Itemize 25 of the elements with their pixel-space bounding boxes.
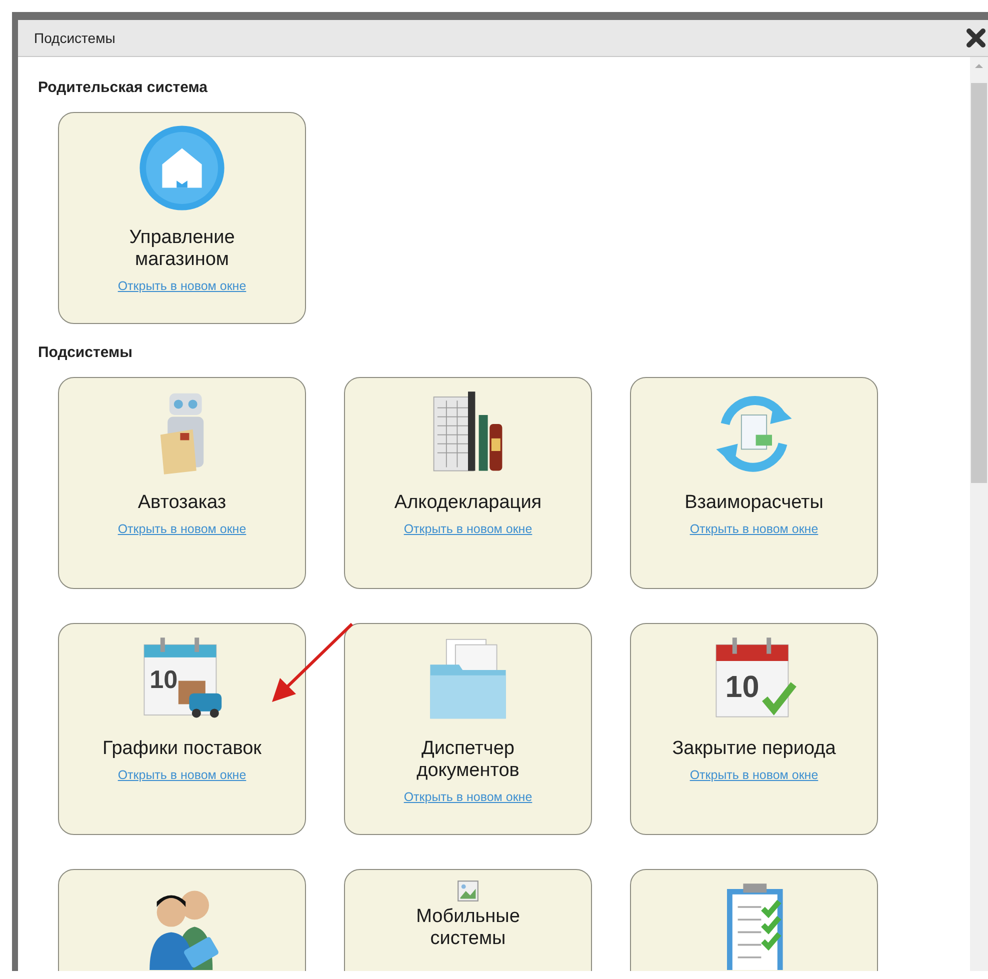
subsystem-name: Управление магазином [129,227,235,271]
subsystem-name: Автозаказ [138,492,226,514]
scrollbar[interactable] [970,57,988,971]
window-title: Подсистемы [34,30,116,46]
subsystem-name: Диспетчер документов [416,738,520,782]
house-icon [137,123,227,213]
section-heading: Подсистемы [38,344,134,361]
subsystem-card[interactable]: Алкодекларация Открыть в новом окне [344,377,592,589]
subsystem-card[interactable]: 10 Закрытие периода Открыть в новом окне [630,623,878,835]
close-icon[interactable] [966,28,986,48]
section-heading: Родительская система [38,79,209,96]
subsystem-card[interactable]: Мобильные системы [344,869,592,971]
broken-image-icon [457,880,479,902]
subsystem-name: Графики поставок [102,738,262,760]
scroll-up-icon[interactable] [974,63,984,69]
subsystem-name: Алкодекларация [394,492,542,514]
subsystem-name: Закрытие периода [672,738,836,760]
subsystem-name: Мобильные системы [416,906,520,950]
subsystem-card[interactable]: 10 Графики поставок Открыть в новом окне [58,623,306,835]
subsystem-card[interactable]: Диспетчер документов Открыть в новом окне [344,623,592,835]
subsystem-card[interactable]: Управление магазином Открыть в новом окне [58,112,306,324]
subsystem-card[interactable]: Автозаказ Открыть в новом окне [58,377,306,589]
scrollbar-thumb[interactable] [971,83,987,483]
subsystem-name: Взаиморасчеты [684,492,824,514]
subsystem-card[interactable]: Взаиморасчеты Открыть в новом окне [630,377,878,589]
